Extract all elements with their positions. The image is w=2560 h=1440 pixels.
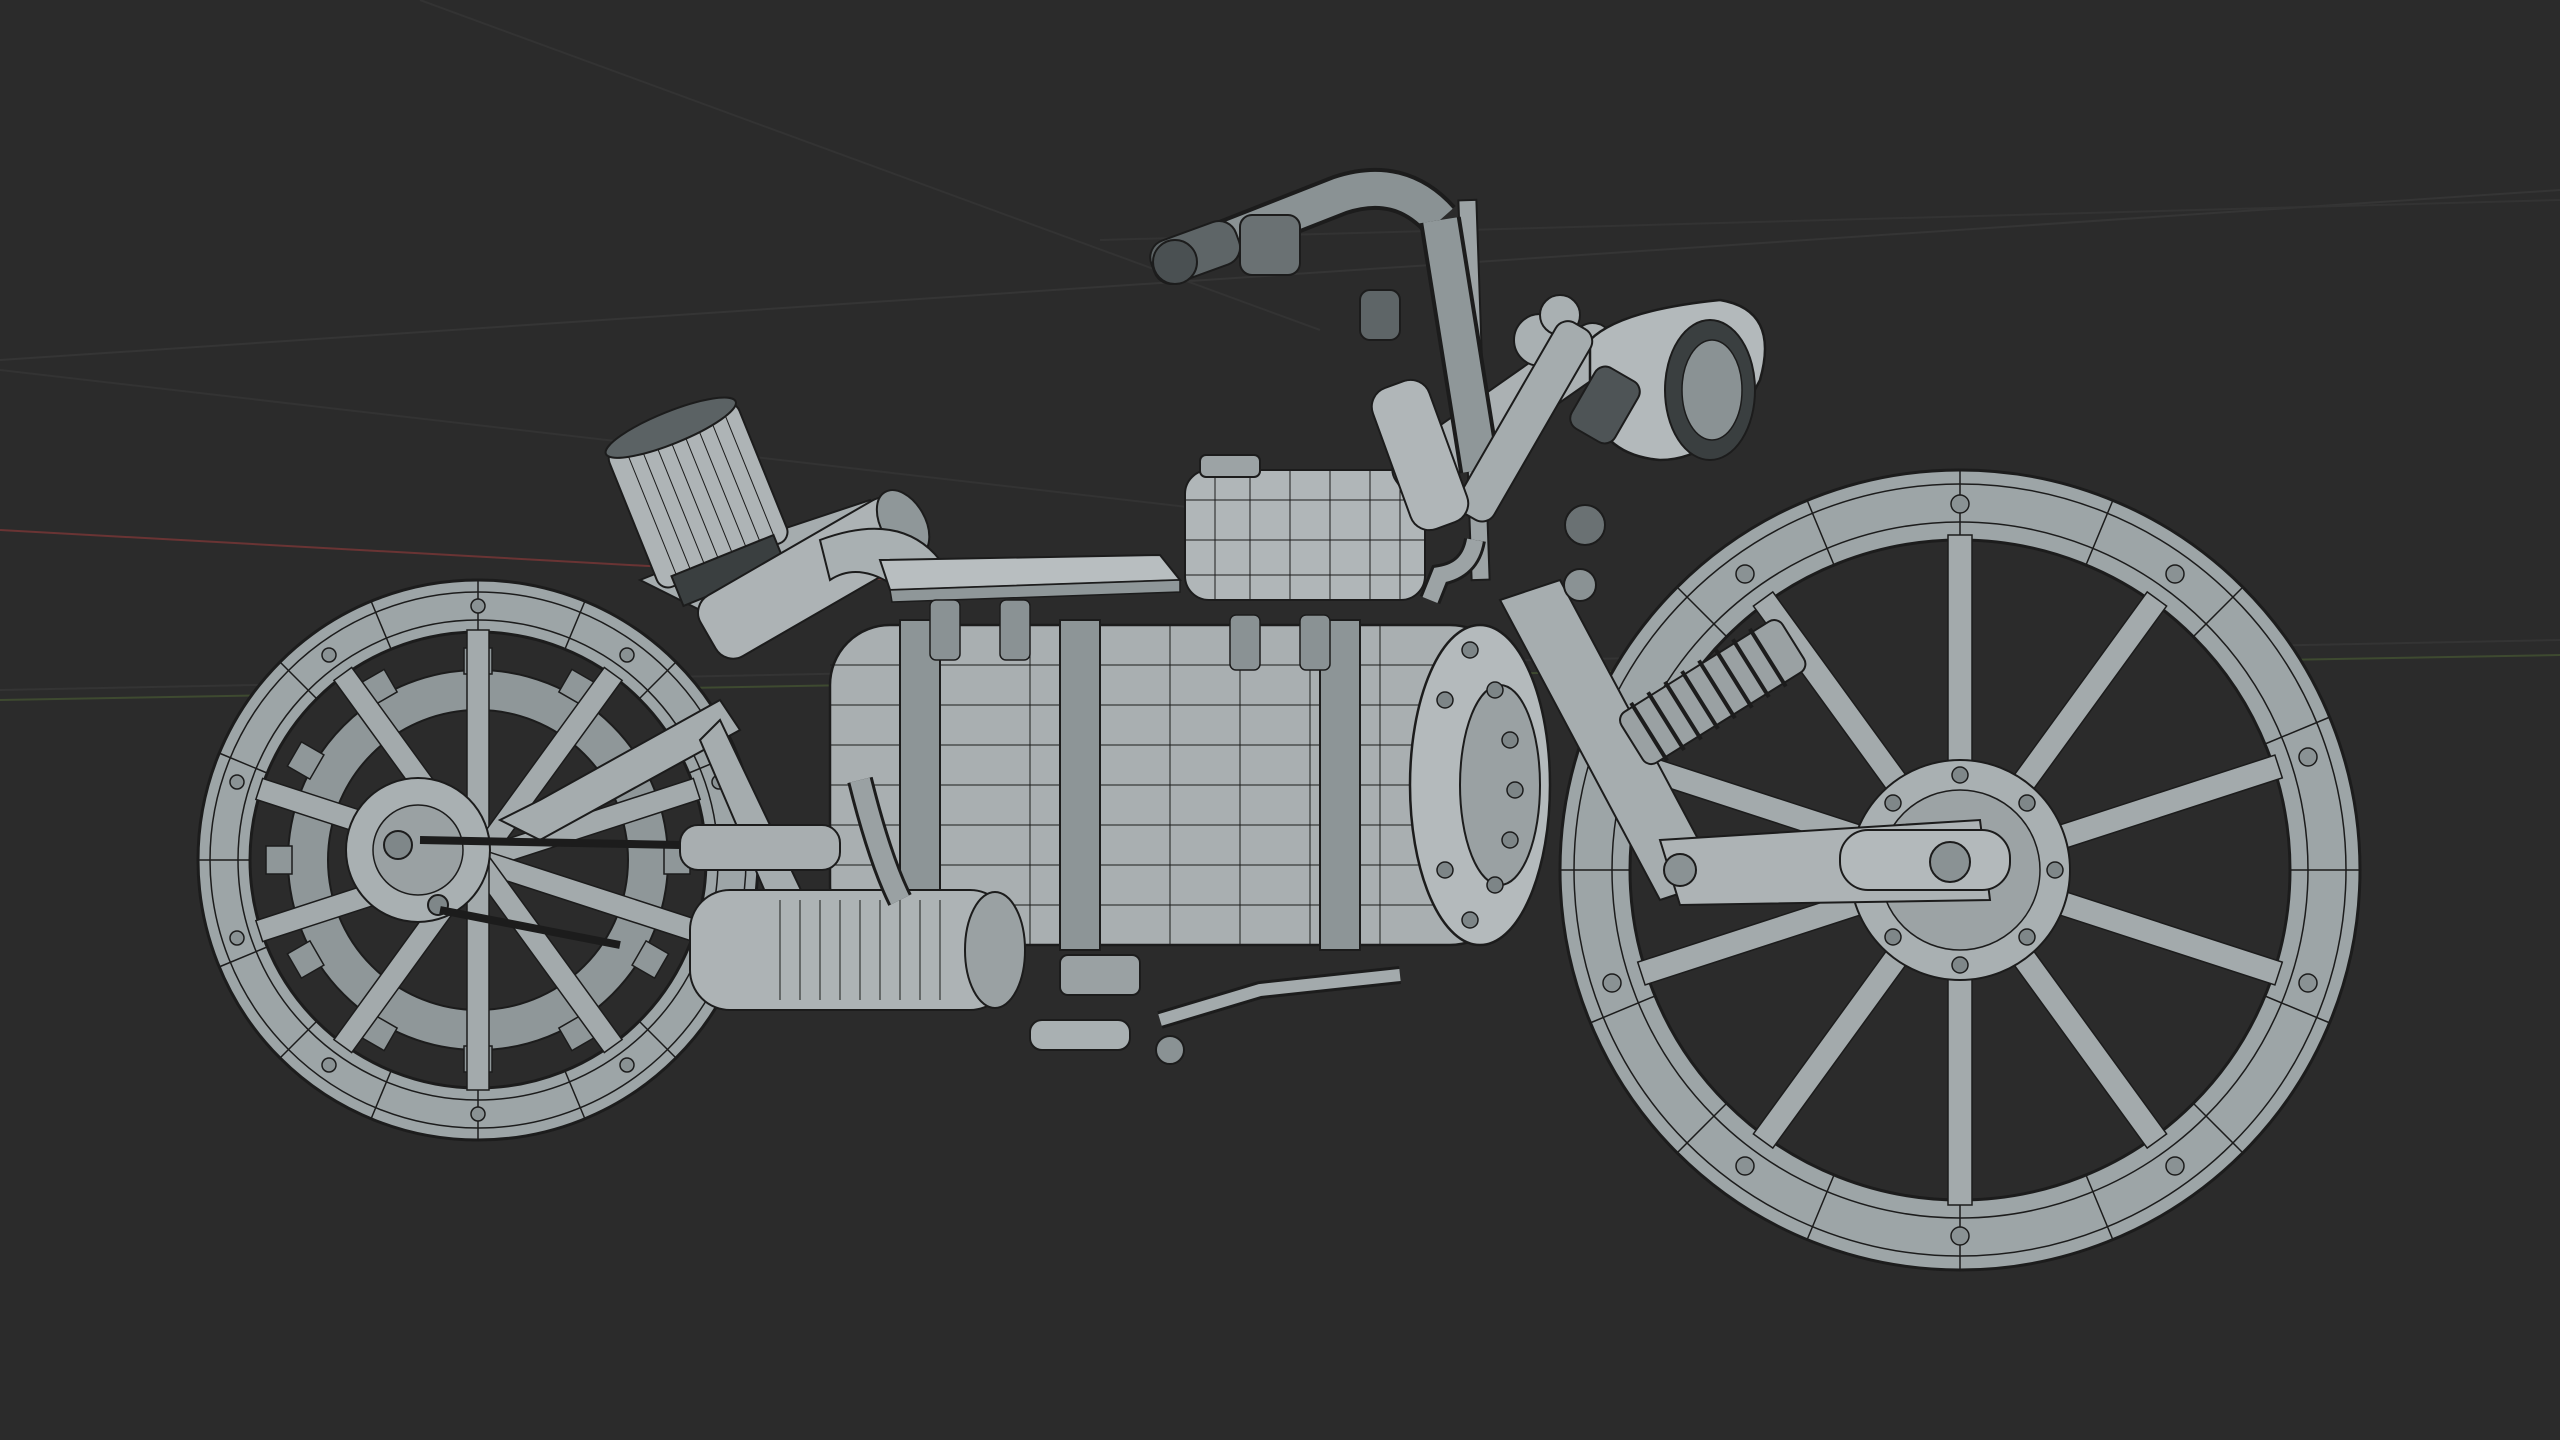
fuel-tank[interactable] <box>1184 454 1426 601</box>
footpegs[interactable] <box>1029 954 1401 1065</box>
rear-wheel[interactable] <box>196 578 760 1142</box>
3d-viewport[interactable] <box>0 0 2560 1440</box>
seat[interactable] <box>878 553 1183 603</box>
viewport-scene[interactable] <box>0 0 2560 1440</box>
chain <box>419 836 681 849</box>
